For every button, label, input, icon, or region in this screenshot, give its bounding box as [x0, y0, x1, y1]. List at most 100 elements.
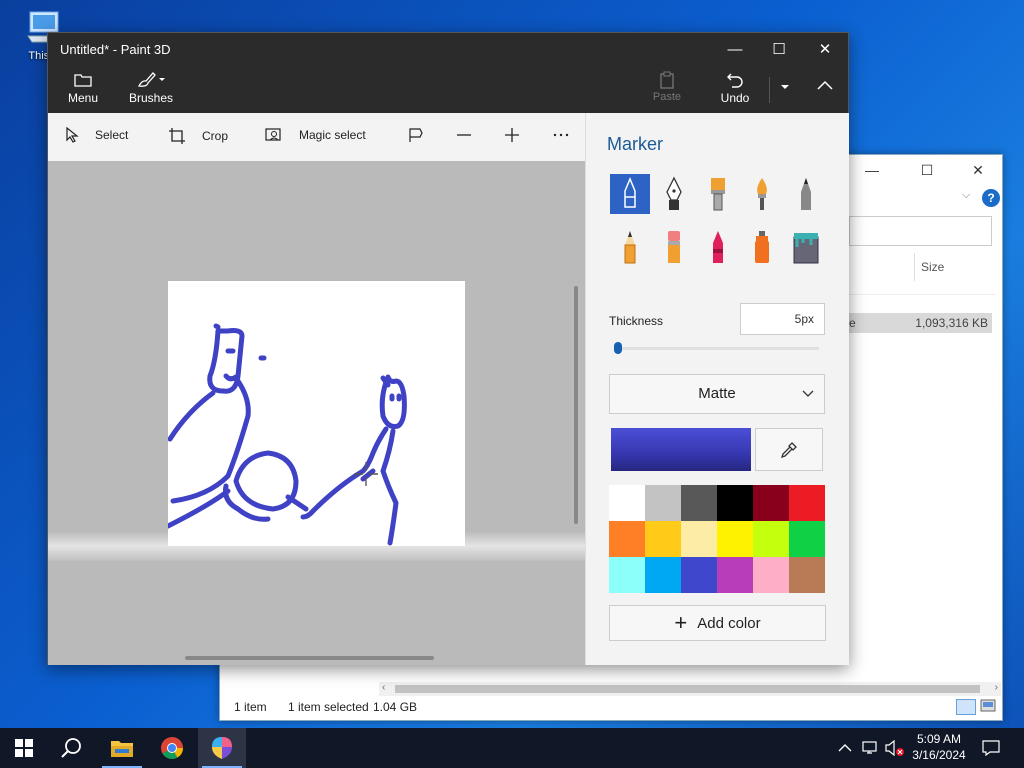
magic-select-button[interactable]: Magic select	[265, 127, 366, 143]
column-size-header[interactable]: Size	[921, 260, 944, 274]
collapse-ribbon-button[interactable]	[812, 79, 838, 93]
vertical-scrollbar[interactable]	[574, 286, 578, 524]
color-swatch[interactable]	[609, 485, 645, 521]
tool-pencil[interactable]	[786, 174, 826, 214]
large-icons-view-icon[interactable]	[980, 699, 1000, 715]
chevron-down-icon[interactable]: ⌵	[962, 189, 970, 202]
brush-icon	[138, 72, 165, 87]
flag-button[interactable]	[408, 127, 440, 143]
search-input[interactable]	[849, 216, 992, 246]
color-swatch[interactable]	[717, 485, 753, 521]
brush-settings-panel: Marker Thickness 5px Matte + Add color	[585, 113, 849, 665]
color-swatch[interactable]	[609, 521, 645, 557]
minimize-button[interactable]: —	[849, 155, 895, 185]
maximize-button[interactable]: ☐	[756, 33, 802, 67]
select-tool-button[interactable]: Select	[65, 127, 128, 143]
tool-marker[interactable]	[610, 174, 650, 214]
brushes-button[interactable]: Brushes	[128, 69, 174, 105]
tool-watercolor[interactable]	[742, 174, 782, 214]
drawing-canvas[interactable]	[168, 281, 465, 546]
thickness-input[interactable]: 5px	[740, 303, 825, 335]
color-swatch[interactable]	[681, 521, 717, 557]
tool-graphite-pencil[interactable]	[610, 227, 650, 267]
plus-icon: +	[674, 610, 688, 635]
status-size: 1.04 GB	[373, 700, 418, 714]
action-center-button[interactable]	[982, 728, 1000, 768]
folder-icon	[111, 741, 133, 757]
color-swatch[interactable]	[681, 557, 717, 593]
taskbar-file-explorer[interactable]	[98, 728, 146, 768]
status-item-count: 1 item	[234, 700, 267, 714]
column-divider[interactable]	[914, 253, 915, 281]
panel-title: Marker	[607, 134, 664, 154]
tool-fill-bucket[interactable]	[786, 227, 826, 267]
color-swatch[interactable]	[609, 557, 645, 593]
volume-status[interactable]	[884, 728, 906, 768]
paint-titlebar: Untitled* - Paint 3D — ☐ ✕	[48, 33, 848, 67]
close-button[interactable]: ✕	[802, 33, 848, 67]
crayon-icon	[713, 231, 723, 263]
tool-calligraphy-pen[interactable]	[654, 174, 694, 214]
plus-icon	[505, 128, 519, 142]
tool-spray-can[interactable]	[742, 227, 782, 267]
paste-button[interactable]: Paste	[651, 69, 683, 103]
minimize-button[interactable]: —	[712, 33, 758, 67]
scroll-left-icon[interactable]: ‹	[382, 682, 385, 693]
taskbar-chrome[interactable]	[148, 728, 196, 768]
help-icon[interactable]: ?	[982, 189, 1000, 207]
scrollbar-thumb[interactable]	[395, 685, 980, 693]
color-swatch[interactable]	[753, 485, 789, 521]
color-swatch[interactable]	[789, 521, 825, 557]
color-swatch[interactable]	[717, 557, 753, 593]
menu-label: Menu	[67, 91, 99, 105]
horizontal-scrollbar[interactable]	[185, 656, 434, 660]
thickness-slider-thumb[interactable]	[614, 342, 622, 354]
scroll-right-icon[interactable]: ›	[995, 682, 998, 693]
maximize-button[interactable]: ☐	[904, 155, 950, 185]
search-button[interactable]	[48, 728, 96, 768]
color-swatch[interactable]	[717, 521, 753, 557]
color-swatch[interactable]	[753, 557, 789, 593]
tool-crayon[interactable]	[698, 227, 738, 267]
color-swatch[interactable]	[681, 485, 717, 521]
system-clock[interactable]: 5:09 AM 3/16/2024	[906, 731, 972, 763]
crop-label: Crop	[202, 129, 229, 143]
history-dropdown-button[interactable]	[775, 79, 795, 93]
network-status[interactable]	[862, 728, 880, 768]
current-color-swatch[interactable]	[611, 428, 751, 471]
zoom-in-button[interactable]	[504, 127, 536, 143]
canvas-workspace[interactable]	[48, 161, 585, 665]
fill-bucket-icon	[793, 233, 819, 264]
status-bar: 1 item 1 item selected 1.04 GB	[220, 694, 1002, 720]
finish-value: Matte	[698, 385, 736, 402]
more-options-button[interactable]	[552, 127, 586, 143]
color-swatch[interactable]	[645, 485, 681, 521]
undo-button[interactable]: Undo	[718, 69, 752, 105]
network-icon	[862, 741, 877, 754]
eyedropper-button[interactable]	[755, 428, 823, 471]
chevron-up-icon	[838, 744, 852, 752]
color-swatch[interactable]	[789, 557, 825, 593]
zoom-out-button[interactable]	[456, 127, 488, 143]
taskbar-paint3d[interactable]	[198, 728, 246, 768]
window-title: Untitled* - Paint 3D	[60, 42, 171, 57]
paste-label: Paste	[652, 91, 682, 103]
finish-dropdown[interactable]: Matte	[609, 374, 825, 414]
start-button[interactable]	[0, 728, 48, 768]
graphite-pencil-icon	[624, 231, 636, 264]
color-swatch[interactable]	[645, 521, 681, 557]
volume-muted-icon	[885, 739, 904, 757]
file-row[interactable]: e 1,093,316 KB	[849, 313, 992, 333]
tool-oil-brush[interactable]	[698, 174, 738, 214]
color-swatch[interactable]	[753, 521, 789, 557]
color-swatch[interactable]	[645, 557, 681, 593]
close-button[interactable]: ✕	[955, 155, 1001, 185]
show-hidden-icons[interactable]	[838, 728, 852, 768]
add-color-button[interactable]: + Add color	[609, 605, 826, 641]
crop-tool-button[interactable]: Crop	[168, 127, 228, 145]
details-view-icon[interactable]	[956, 699, 976, 715]
thickness-slider[interactable]	[617, 347, 819, 350]
color-swatch[interactable]	[789, 485, 825, 521]
menu-button[interactable]: Menu	[66, 69, 100, 105]
tool-eraser[interactable]	[654, 227, 694, 267]
